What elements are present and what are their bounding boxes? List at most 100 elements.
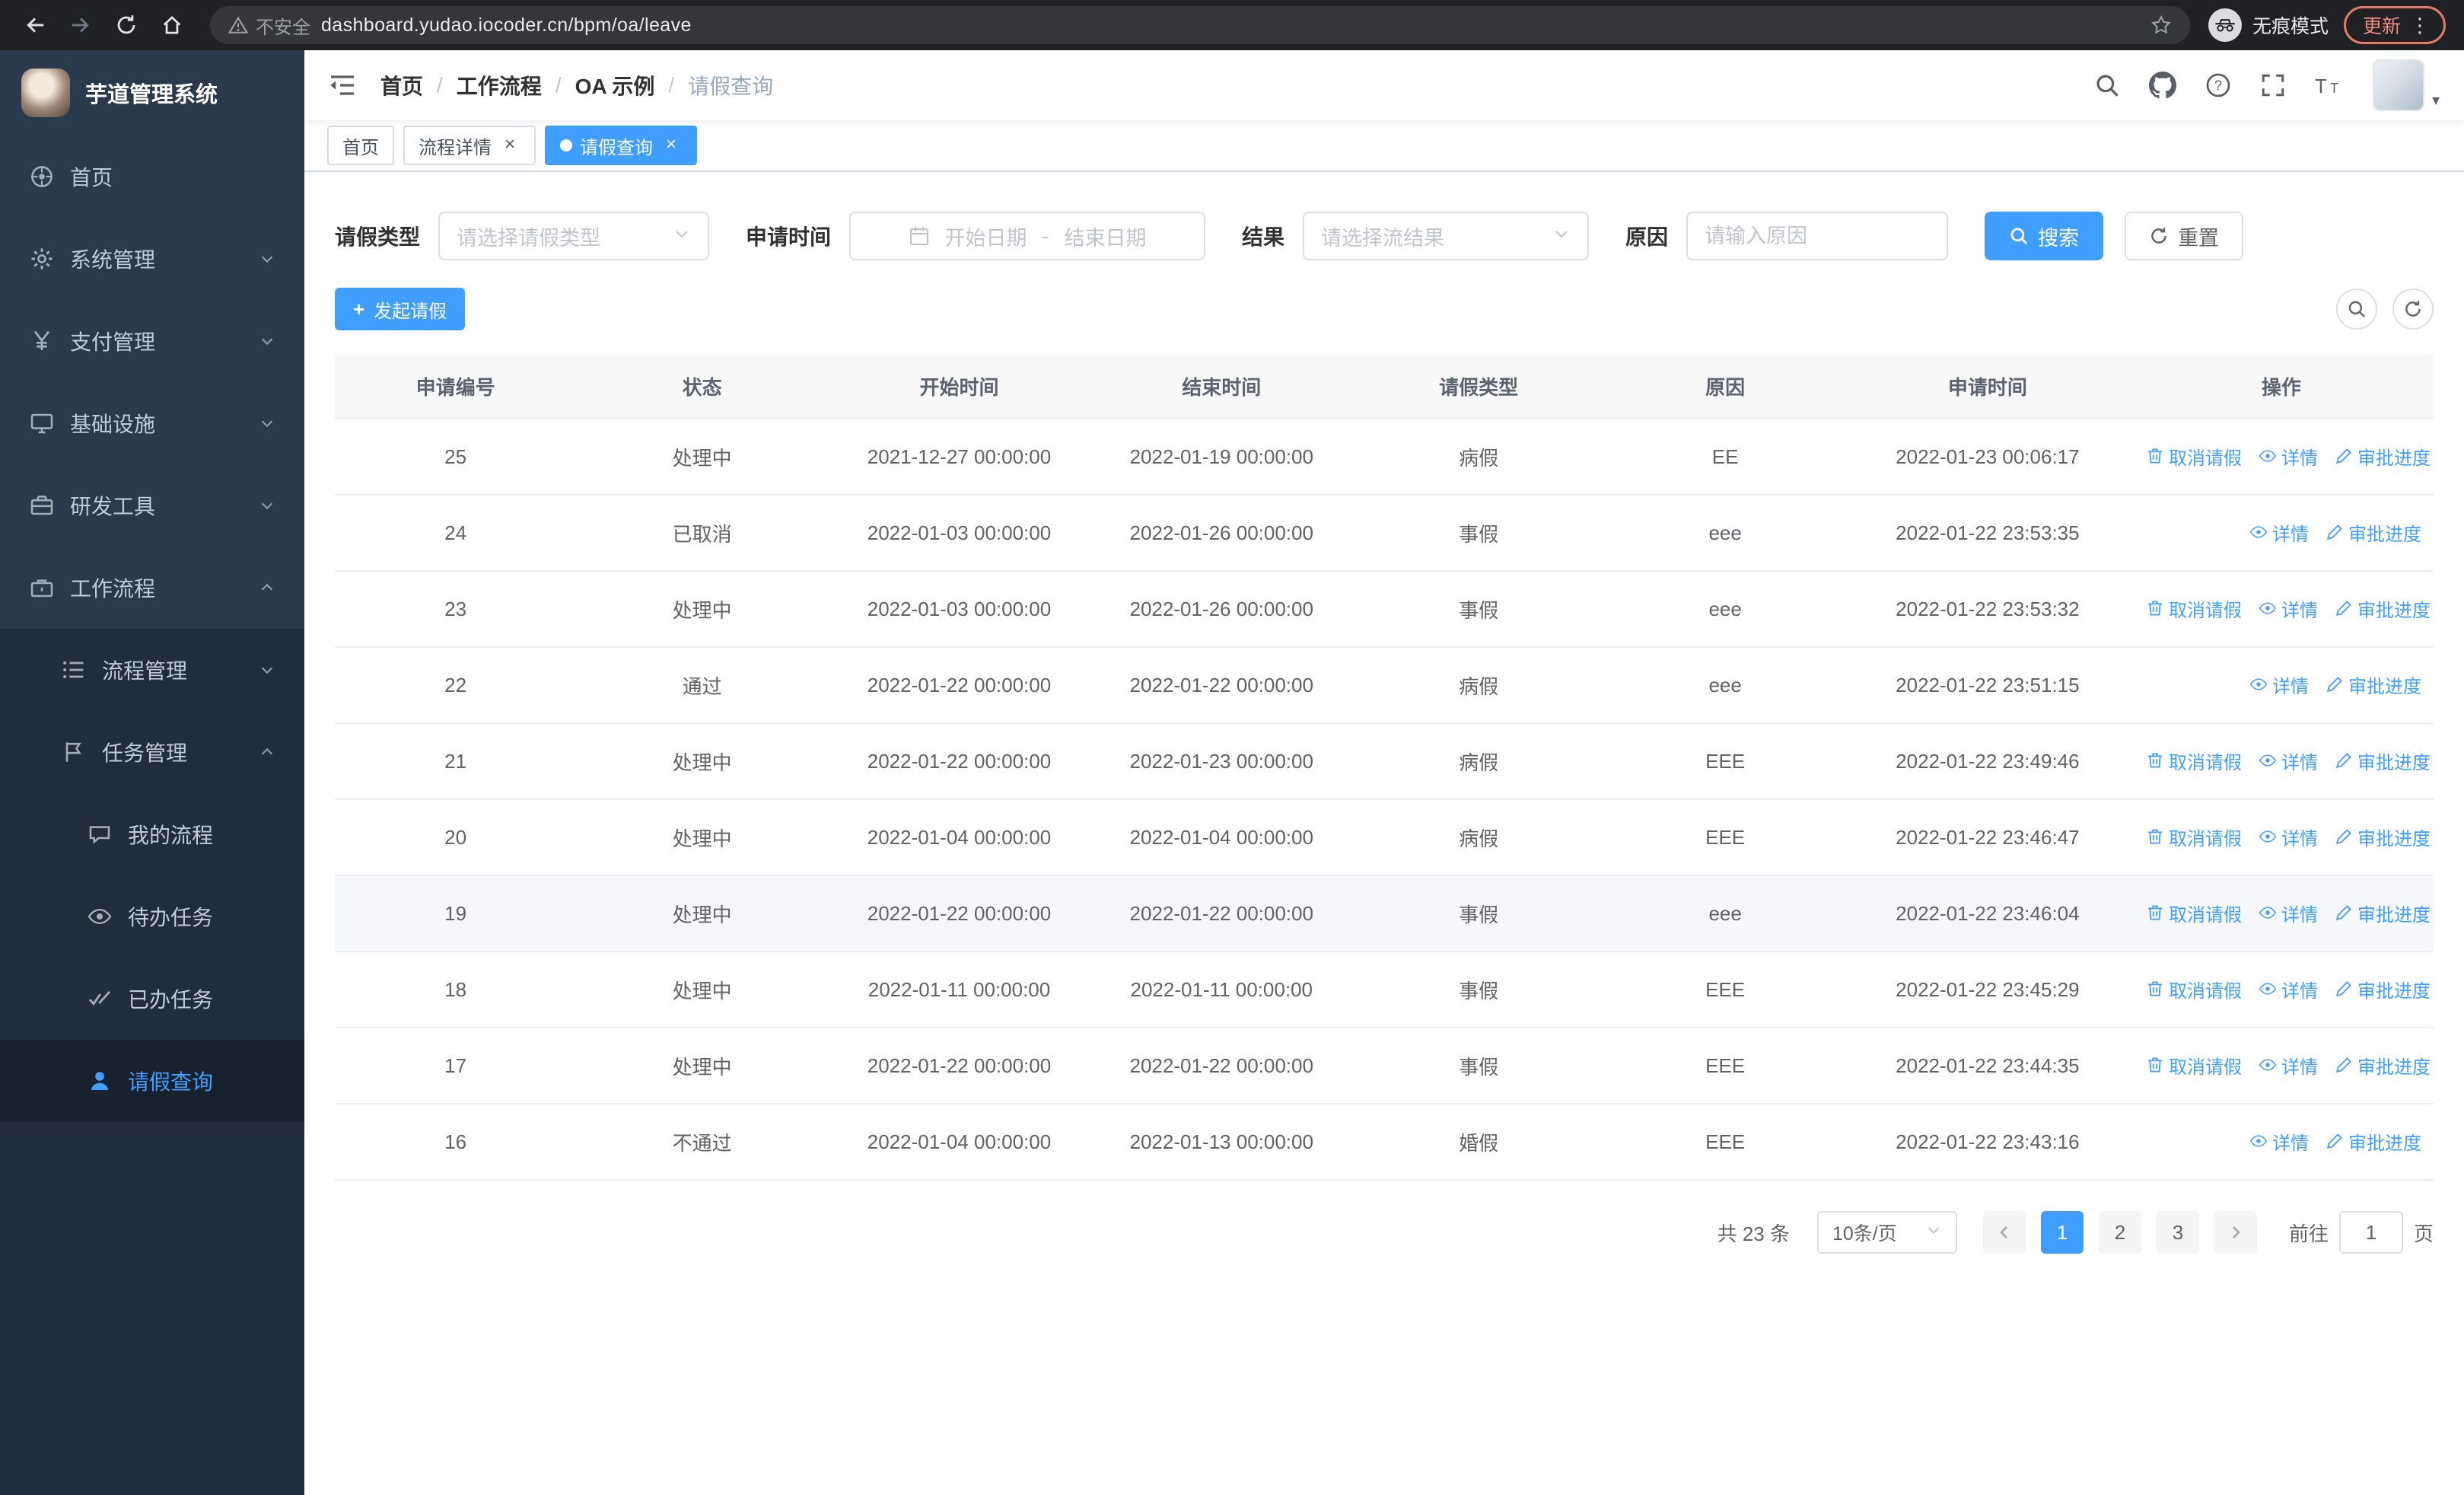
- sidebar-item-workflow[interactable]: 工作流程: [0, 547, 304, 629]
- browser-home-icon[interactable]: [152, 5, 192, 45]
- detail-link[interactable]: 详情: [2259, 595, 2318, 622]
- sidebar-item-done-tasks[interactable]: 已办任务: [0, 958, 304, 1040]
- apply-time-range-picker[interactable]: 开始日期 - 结束日期: [849, 212, 1206, 260]
- cancel-leave-link[interactable]: 取消请假: [2146, 443, 2242, 470]
- page-button-3[interactable]: 3: [2156, 1211, 2199, 1254]
- cell-start: 2022-01-04 00:00:00: [828, 1104, 1090, 1181]
- sidebar-item-payment-mgmt[interactable]: 支付管理: [0, 300, 304, 382]
- browser-menu-icon[interactable]: ⋮: [2410, 15, 2430, 35]
- bookmark-star-icon[interactable]: [2150, 14, 2172, 36]
- cancel-leave-link[interactable]: 取消请假: [2146, 748, 2242, 774]
- refresh-table-button[interactable]: [2392, 288, 2434, 330]
- detail-link[interactable]: 详情: [2259, 443, 2318, 470]
- user-menu[interactable]: ▾: [2372, 59, 2440, 111]
- page-button-2[interactable]: 2: [2098, 1211, 2141, 1254]
- cancel-leave-link[interactable]: 取消请假: [2146, 1052, 2242, 1079]
- detail-link[interactable]: 详情: [2249, 519, 2309, 546]
- detail-link[interactable]: 详情: [2259, 824, 2318, 850]
- svg-text:T: T: [2330, 81, 2338, 96]
- close-icon[interactable]: ×: [499, 135, 520, 156]
- breadcrumb-item[interactable]: 首页: [380, 70, 423, 100]
- detail-link[interactable]: 详情: [2249, 1128, 2309, 1155]
- cancel-leave-link[interactable]: 取消请假: [2146, 595, 2242, 622]
- tab-home[interactable]: 首页: [327, 126, 394, 165]
- sidebar-item-dev-tools[interactable]: 研发工具: [0, 464, 304, 547]
- browser-update-button[interactable]: 更新 ⋮: [2343, 6, 2446, 44]
- sidebar-item-todo-tasks[interactable]: 待办任务: [0, 875, 304, 958]
- detail-link[interactable]: 详情: [2259, 900, 2318, 926]
- page-button-1[interactable]: 1: [2040, 1211, 2084, 1254]
- breadcrumb-item[interactable]: 工作流程: [457, 70, 542, 100]
- create-leave-button[interactable]: + 发起请假: [335, 288, 466, 330]
- browser-forward-icon[interactable]: [61, 5, 100, 45]
- table-row: 25 处理中 2021-12-27 00:00:00 2022-01-19 00:00…: [335, 419, 2434, 496]
- sidebar-item-infrastructure[interactable]: 基础设施: [0, 382, 304, 464]
- help-icon[interactable]: ?: [2205, 72, 2231, 98]
- incognito-icon: [2208, 8, 2242, 42]
- address-bar[interactable]: 不安全 dashboard.yudao.iocoder.cn/bpm/oa/le…: [210, 6, 2190, 44]
- github-icon[interactable]: [2148, 72, 2176, 99]
- approval-progress-link[interactable]: 审批进度: [2326, 1128, 2421, 1155]
- sidebar-item-leave-query[interactable]: 请假查询: [0, 1040, 304, 1122]
- table-row: 17 处理中 2022-01-22 00:00:00 2022-01-22 00:00…: [335, 1028, 2434, 1105]
- search-button[interactable]: 搜索: [1985, 212, 2104, 260]
- page-size-select[interactable]: 10条/页: [1816, 1211, 1957, 1254]
- sidebar-item-task-mgmt[interactable]: 任务管理: [0, 711, 304, 793]
- approval-progress-link[interactable]: 审批进度: [2335, 443, 2431, 470]
- table-row: 23 处理中 2022-01-03 00:00:00 2022-01-26 00:00…: [335, 571, 2434, 648]
- approval-progress-link[interactable]: 审批进度: [2335, 824, 2431, 850]
- cancel-leave-link[interactable]: 取消请假: [2146, 824, 2242, 850]
- toggle-search-button[interactable]: [2336, 288, 2377, 330]
- browser-back-icon[interactable]: [15, 5, 55, 45]
- approval-progress-link[interactable]: 审批进度: [2335, 1052, 2431, 1079]
- sidebar-item-system-mgmt[interactable]: 系统管理: [0, 218, 304, 300]
- next-page-button[interactable]: [2214, 1211, 2257, 1254]
- cell-end: 2022-01-13 00:00:00: [1090, 1104, 1353, 1181]
- reset-button[interactable]: 重置: [2125, 212, 2244, 260]
- table-header-row: 申请编号 状态 开始时间 结束时间 请假类型 原因 申请时间 操作: [335, 355, 2434, 419]
- cell-applied: 2022-01-22 23:46:47: [1845, 799, 2130, 876]
- search-icon[interactable]: [2094, 72, 2120, 98]
- cell-reason: EEE: [1604, 1028, 1846, 1105]
- font-size-icon[interactable]: TT: [2315, 74, 2344, 97]
- sidebar-collapse-icon[interactable]: [329, 74, 356, 97]
- tab-leave-query[interactable]: 请假查询 ×: [545, 126, 697, 165]
- approval-progress-link[interactable]: 审批进度: [2335, 595, 2431, 622]
- leave-type-select[interactable]: 请选择请假类型: [438, 212, 710, 260]
- result-select[interactable]: 请选择流结果: [1303, 212, 1590, 260]
- approval-progress-link[interactable]: 审批进度: [2326, 519, 2421, 546]
- detail-link[interactable]: 详情: [2259, 1052, 2318, 1079]
- tab-process-detail[interactable]: 流程详情 ×: [403, 126, 536, 165]
- fullscreen-icon[interactable]: [2260, 72, 2286, 98]
- approval-progress-link[interactable]: 审批进度: [2326, 671, 2421, 698]
- prev-page-button[interactable]: [1982, 1211, 2026, 1254]
- reason-input[interactable]: [1686, 212, 1949, 260]
- cell-start: 2022-01-22 00:00:00: [828, 723, 1090, 800]
- approval-progress-link[interactable]: 审批进度: [2335, 976, 2431, 1003]
- breadcrumb-item[interactable]: OA 示例: [575, 70, 655, 100]
- sidebar-item-my-process[interactable]: 我的流程: [0, 793, 304, 875]
- goto-page-input[interactable]: [2338, 1211, 2403, 1254]
- close-icon[interactable]: ×: [661, 135, 682, 156]
- app-logo[interactable]: 芋道管理系统: [0, 50, 304, 135]
- cancel-leave-link[interactable]: 取消请假: [2146, 976, 2242, 1003]
- sidebar-item-home[interactable]: 首页: [0, 135, 304, 218]
- main-area: 首页 / 工作流程 / OA 示例 / 请假查询 ? T T ▾ 首页 流程详情…: [304, 50, 2464, 1495]
- top-navbar: 首页 / 工作流程 / OA 示例 / 请假查询 ? T T ▾: [304, 50, 2464, 120]
- detail-link[interactable]: 详情: [2249, 671, 2309, 698]
- sidebar-item-process-mgmt[interactable]: 流程管理: [0, 629, 304, 711]
- page: 不安全 dashboard.yudao.iocoder.cn/bpm/oa/le…: [0, 0, 2464, 1495]
- gear-icon: [29, 246, 55, 272]
- approval-progress-link[interactable]: 审批进度: [2335, 748, 2431, 774]
- detail-link[interactable]: 详情: [2259, 748, 2318, 774]
- browser-reload-icon[interactable]: [107, 5, 146, 45]
- cell-actions: 取消请假 详情 审批进度: [2129, 419, 2434, 496]
- security-status[interactable]: 不安全: [228, 12, 310, 39]
- approval-progress-link[interactable]: 审批进度: [2335, 900, 2431, 926]
- cancel-leave-link[interactable]: 取消请假: [2146, 900, 2242, 926]
- incognito-badge: 无痕模式: [2208, 8, 2329, 42]
- detail-link[interactable]: 详情: [2259, 976, 2318, 1003]
- cell-start: 2022-01-22 00:00:00: [828, 647, 1090, 724]
- cell-actions: 详情 审批进度: [2129, 495, 2434, 572]
- cell-type: 婚假: [1352, 1104, 1605, 1181]
